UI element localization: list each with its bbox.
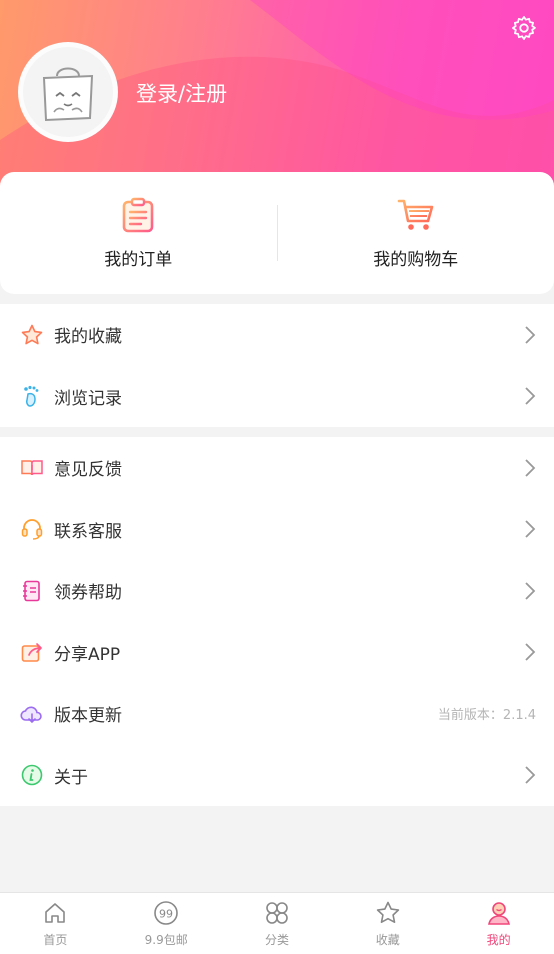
footprint-icon [20, 384, 44, 408]
chevron-right-icon [525, 582, 536, 600]
info-icon [20, 763, 44, 787]
menu-item-label: 分享APP [54, 644, 121, 665]
quick-actions-card: 我的订单 我的购物车 [0, 172, 554, 294]
tab-category[interactable]: 分类 [222, 893, 333, 954]
my-cart-label: 我的购物车 [373, 249, 459, 270]
tab-mine[interactable]: 我的 [443, 893, 554, 954]
chevron-right-icon [525, 766, 536, 784]
tab-free-shipping[interactable]: 99 9.9包邮 [111, 893, 222, 954]
login-register-link[interactable]: 登录/注册 [136, 78, 227, 108]
menu-item-label: 版本更新 [54, 706, 122, 727]
star-outline-icon [376, 901, 399, 923]
cloud-update-icon [20, 702, 44, 726]
menu-item-version-update[interactable]: 版本更新 当前版本：2.1.4 [0, 683, 554, 745]
menu-item-label: 关于 [54, 767, 88, 788]
menu-group-2: 意见反馈 联系客服 领券帮助 分享APP 版本更新 当前版本：2.1.4 关于 [0, 437, 554, 806]
share-icon [20, 640, 44, 664]
menu-item-label: 领券帮助 [54, 583, 122, 604]
chevron-right-icon [525, 326, 536, 344]
menu-item-label: 联系客服 [54, 521, 122, 542]
shopping-bag-mascot-icon [42, 67, 94, 122]
profile-header: 登录/注册 [0, 0, 554, 200]
menu-item-label: 浏览记录 [54, 388, 122, 409]
menu-item-label: 我的收藏 [54, 327, 122, 348]
current-version-text: 当前版本：2.1.4 [437, 708, 536, 724]
avatar[interactable] [18, 42, 118, 142]
category-icon [266, 901, 288, 924]
my-cart-button[interactable]: 我的购物车 [278, 172, 554, 294]
chevron-right-icon [525, 459, 536, 477]
notebook-icon [20, 579, 44, 603]
menu-item-coupon-help[interactable]: 领券帮助 [0, 560, 554, 622]
menu-item-history[interactable]: 浏览记录 [0, 366, 554, 428]
menu-item-favorites[interactable]: 我的收藏 [0, 304, 554, 366]
bottom-tab-bar: 首页 99 9.9包邮 分类 收藏 我的 [0, 892, 554, 954]
feedback-book-icon [20, 456, 44, 480]
tab-home[interactable]: 首页 [0, 893, 111, 954]
menu-item-feedback[interactable]: 意见反馈 [0, 437, 554, 499]
tab-label: 收藏 [375, 932, 400, 947]
tab-label: 9.9包邮 [144, 932, 188, 947]
star-icon [20, 323, 44, 347]
chevron-right-icon [525, 520, 536, 538]
menu-item-customer-service[interactable]: 联系客服 [0, 499, 554, 561]
tab-label: 我的 [486, 932, 511, 947]
chevron-right-icon [525, 387, 536, 405]
menu-item-about[interactable]: 关于 [0, 745, 554, 807]
menu-item-label: 意见反馈 [54, 460, 122, 481]
headset-icon [20, 517, 44, 541]
order-clipboard-icon [122, 197, 154, 232]
menu-item-share-app[interactable]: 分享APP [0, 622, 554, 684]
tab-label: 首页 [43, 932, 68, 947]
menu-group-1: 我的收藏 浏览记录 [0, 304, 554, 427]
profile-icon [487, 901, 510, 925]
home-icon [45, 902, 66, 923]
nine-nine-icon: 99 [154, 900, 178, 925]
my-orders-button[interactable]: 我的订单 [0, 172, 277, 294]
shopping-cart-icon [397, 199, 434, 230]
tab-label: 分类 [264, 932, 289, 947]
tab-favorites[interactable]: 收藏 [332, 893, 443, 954]
settings-gear-icon[interactable] [510, 14, 538, 42]
my-orders-label: 我的订单 [104, 249, 173, 270]
chevron-right-icon [525, 643, 536, 661]
svg-text:99: 99 [159, 907, 173, 920]
